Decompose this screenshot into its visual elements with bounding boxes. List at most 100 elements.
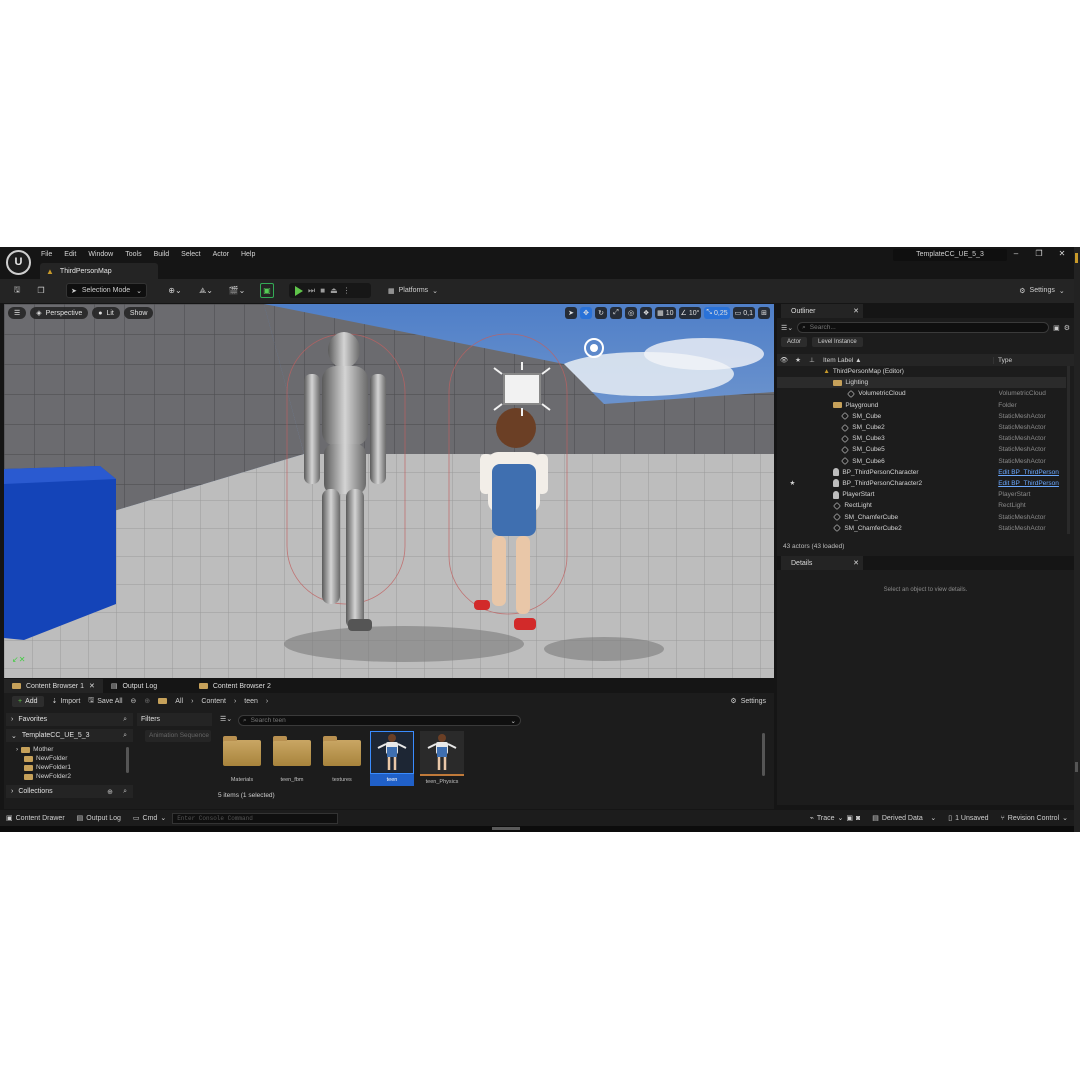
outliner-scrollbar[interactable]: [1067, 366, 1070, 534]
selection-mode-dropdown[interactable]: ➤ Selection Mode ⌄: [66, 283, 147, 298]
import-button[interactable]: ⇣ Import: [52, 697, 81, 706]
settings-button[interactable]: ⚙ Settings ⌄: [1014, 283, 1070, 298]
screenshot-icon[interactable]: ▣: [846, 814, 853, 822]
menu-file[interactable]: File: [35, 249, 58, 261]
tab-details[interactable]: Details ✕: [781, 556, 863, 570]
outliner-row[interactable]: Lighting: [777, 377, 1066, 389]
surface-snap-icon[interactable]: ❖: [640, 307, 653, 319]
menu-select[interactable]: Select: [175, 249, 206, 261]
outliner-row[interactable]: SM_ChamferCube StaticMeshActor: [777, 511, 1066, 522]
output-log-button[interactable]: ▤ Output Log: [71, 810, 127, 826]
outliner-row-type[interactable]: Edit BP_ThirdPerson: [998, 469, 1066, 476]
outliner-row[interactable]: PlayerStart PlayerStart: [777, 489, 1066, 500]
col-item-label[interactable]: Item Label ▲: [819, 357, 993, 364]
filter-icon[interactable]: ☰⌄: [220, 715, 232, 723]
scale-snap-button[interactable]: ⤡ 0,25: [704, 307, 730, 319]
tab-outliner[interactable]: Outliner ✕: [781, 304, 863, 318]
eject-icon[interactable]: ⏏: [330, 286, 338, 295]
filter-chip-level-instance[interactable]: Level Instance: [812, 337, 863, 347]
content-drawer-button[interactable]: ▣ Content Drawer: [0, 810, 71, 826]
breadcrumb-content[interactable]: Content: [201, 698, 226, 705]
col-type[interactable]: Type: [993, 356, 1012, 364]
cmd-dropdown[interactable]: ▭ Cmd ⌄: [127, 810, 172, 826]
breadcrumb-teen[interactable]: teen: [244, 698, 258, 705]
outliner-row[interactable]: SM_Cube2 StaticMeshActor: [777, 422, 1066, 433]
breadcrumb-all[interactable]: All: [175, 698, 183, 705]
tab-map[interactable]: ▲ ThirdPersonMap: [40, 263, 158, 279]
close-icon[interactable]: ✕: [89, 682, 95, 690]
filter-icon[interactable]: ☰⌄: [781, 324, 793, 332]
save-icon[interactable]: 🖫: [10, 283, 24, 298]
outliner-row[interactable]: VolumetricCloud VolumetricCloud: [777, 388, 1066, 399]
outliner-row[interactable]: BP_ThirdPersonCharacter Edit BP_ThirdPers…: [777, 467, 1066, 478]
asset-search-input[interactable]: ⌕ Search teen ⌄: [238, 715, 521, 726]
rotation-snap-button[interactable]: ∠ 10°: [678, 307, 702, 319]
save-all-button[interactable]: 🖫 Save All: [88, 696, 122, 707]
favorite-star-icon[interactable]: ★: [777, 479, 796, 487]
tree-scrollbar[interactable]: [126, 747, 129, 773]
outliner-row[interactable]: SM_Cube5 StaticMeshActor: [777, 444, 1066, 455]
revision-control-button[interactable]: ⑂ Revision Control ⌄: [995, 810, 1074, 826]
close-icon[interactable]: ✕: [853, 307, 859, 315]
outliner-row[interactable]: SM_Cube3 StaticMeshActor: [777, 433, 1066, 444]
menu-actor[interactable]: Actor: [207, 249, 235, 261]
asset-skeletal-mesh-teen[interactable]: teen: [370, 731, 414, 786]
unreal-logo-icon[interactable]: U: [6, 250, 31, 275]
star-icon[interactable]: ★: [791, 356, 805, 364]
play-icon[interactable]: [295, 285, 303, 296]
search-icon[interactable]: ⌕: [123, 788, 127, 796]
add-folder-icon[interactable]: ▣: [1053, 324, 1060, 332]
blueprint-icon[interactable]: ⟁⌄: [195, 283, 217, 298]
camera-speed-button[interactable]: ▭ 0,1: [732, 307, 755, 319]
eye-icon[interactable]: 👁: [777, 356, 791, 364]
asset-scrollbar[interactable]: [762, 733, 765, 776]
tree-item-mother[interactable]: › Mother: [6, 745, 133, 754]
lit-button[interactable]: ● Lit: [92, 307, 120, 319]
stop-icon[interactable]: ■: [320, 286, 325, 295]
restore-icon[interactable]: ❐: [1033, 249, 1045, 258]
derived-data-button[interactable]: ▤ Derived Data ⌄: [866, 810, 942, 826]
outliner-search-input[interactable]: ⌕ Search...: [797, 322, 1050, 333]
level-viewport[interactable]: ↙✕ ☰ ◈ Perspective ● Lit Show ➤ ✥ ↻ ⤢ ◎ …: [4, 304, 774, 678]
record-icon[interactable]: ◙: [856, 815, 860, 822]
add-actor-icon[interactable]: ⊕⌄: [164, 283, 186, 298]
outliner-row[interactable]: RectLight RectLight: [777, 500, 1066, 511]
favorites-section[interactable]: › Favorites ⌕: [6, 713, 133, 726]
history-back-icon[interactable]: ⊖: [131, 697, 137, 705]
outliner-row[interactable]: ★ BP_ThirdPersonCharacter2 Edit BP_ThirdPe…: [777, 478, 1066, 489]
world-space-icon[interactable]: ◎: [625, 307, 638, 319]
layout-icon[interactable]: ⊞: [758, 307, 770, 319]
close-icon[interactable]: ✕: [853, 559, 859, 567]
trace-dropdown[interactable]: ⌁ Trace ⌄ ▣ ◙: [804, 810, 867, 826]
minimize-icon[interactable]: –: [1010, 249, 1022, 258]
add-collection-icon[interactable]: ⊕: [107, 788, 113, 796]
content-browser-settings[interactable]: ⚙ Settings: [730, 693, 766, 709]
filter-chip-actor[interactable]: Actor: [781, 337, 808, 347]
tab-output-log[interactable]: ▤ Output Log: [103, 679, 191, 693]
gear-icon[interactable]: ⚙: [1064, 324, 1070, 332]
show-button[interactable]: Show: [123, 307, 154, 319]
search-icon[interactable]: ⌕: [123, 732, 127, 740]
outliner-row[interactable]: SM_Cube StaticMeshActor: [777, 411, 1066, 422]
cinematics-icon[interactable]: 🎬⌄: [226, 283, 248, 298]
tree-item-newfolder[interactable]: NewFolder: [6, 754, 133, 763]
tab-content-browser-1[interactable]: Content Browser 1 ✕: [4, 679, 103, 693]
pin-icon[interactable]: ⊥: [805, 356, 819, 364]
unsaved-button[interactable]: ▯ 1 Unsaved: [942, 810, 994, 826]
outliner-row[interactable]: ▲ ThirdPersonMap (Editor): [777, 366, 1066, 377]
outliner-row[interactable]: SM_Cube6 StaticMeshActor: [777, 456, 1066, 467]
rotate-tool-icon[interactable]: ↻: [595, 307, 608, 319]
history-forward-icon[interactable]: ⊕: [144, 697, 150, 705]
project-section[interactable]: ⌄ TemplateCC_UE_5_3 ⌕: [6, 729, 133, 742]
outliner-row[interactable]: SM_ChamferCube2 StaticMeshActor: [777, 523, 1066, 534]
select-tool-icon[interactable]: ➤: [565, 307, 578, 319]
filter-animation-sequence[interactable]: Animation Sequence: [145, 730, 211, 742]
console-input[interactable]: Enter Console Command: [172, 812, 339, 824]
move-tool-icon[interactable]: ✥: [580, 307, 593, 319]
asset-physics-teen[interactable]: teen_Physics: [420, 731, 464, 786]
menu-help[interactable]: Help: [235, 249, 261, 261]
add-button[interactable]: + Add: [12, 695, 44, 707]
grid-snap-button[interactable]: ▦ 10: [655, 307, 676, 319]
outliner-row-type[interactable]: Edit BP_ThirdPerson: [998, 480, 1066, 487]
more-icon[interactable]: ⋮: [343, 286, 351, 295]
